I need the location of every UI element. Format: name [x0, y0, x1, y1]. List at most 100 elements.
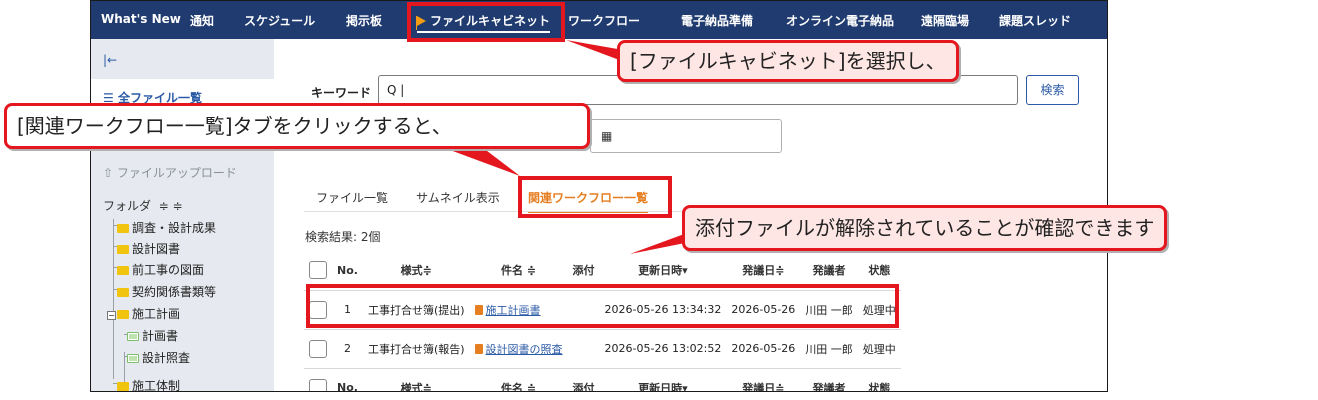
row-checkbox[interactable] — [304, 329, 332, 369]
folder-label: 前工事の図面 — [132, 263, 205, 277]
row-issued-date: 2026-05-26 — [726, 329, 801, 369]
folder-icon — [117, 310, 129, 319]
folder-icon — [127, 332, 139, 341]
sidebar: |← ☰ 全ファイル一覧 ⇧ ファイルアップロード フォルダ ≑ ≑ 調査・設計… — [91, 39, 274, 392]
document-icon — [474, 304, 483, 315]
folder-icon — [117, 224, 129, 233]
date-field[interactable]: ▦ — [590, 119, 782, 153]
tab-related-workflows[interactable]: 関連ワークフロー一覧 — [528, 189, 649, 213]
row-updated: 2026-05-26 13:02:52 — [599, 329, 727, 369]
folder-item[interactable]: 調査・設計成果 — [117, 219, 216, 236]
col-header-updated[interactable]: 更新日時▾ — [600, 368, 727, 391]
row-status: 処理中 — [857, 290, 901, 330]
document-icon — [474, 343, 483, 354]
folder-item[interactable]: 設計図書 — [117, 240, 180, 257]
folder-label: 契約関係書類等 — [132, 285, 217, 299]
folder-label: 施工体制 — [132, 379, 181, 392]
nav-issue-threads[interactable]: 課題スレッド — [999, 12, 1071, 29]
table-row[interactable]: 2 工事打合せ簿(報告) 設計図書の照査 2026-05-26 13:02:52… — [304, 329, 901, 369]
col-header-form[interactable]: 様式≑ — [362, 251, 470, 291]
folder-item[interactable]: 計画書 — [127, 327, 178, 344]
folder-header-label: フォルダ — [103, 199, 152, 213]
nav-delivery-prep[interactable]: 電子納品準備 — [681, 12, 753, 29]
select-all-checkbox[interactable] — [304, 368, 332, 391]
col-header-issued-date[interactable]: 発議日≑ — [726, 251, 801, 291]
col-header-attachment: 添付 — [572, 381, 595, 392]
row-subject[interactable]: 施工計画書 — [469, 290, 568, 330]
calendar-icon: ▦ — [601, 129, 613, 143]
subject-link[interactable]: 施工計画書 — [486, 304, 541, 317]
subject-link[interactable]: 設計図書の照査 — [486, 343, 563, 356]
nav-whats-new[interactable]: What's New — [101, 12, 181, 26]
nav-online-delivery[interactable]: オンライン電子納品 — [786, 12, 894, 29]
col-header-issued-date[interactable]: 発議日≑ — [726, 368, 800, 391]
table-footer-row: No. 様式≑ 件名 ≑ 添付 更新日時▾ 発議日≑ 発議者 状態 — [304, 368, 901, 392]
table-row[interactable]: 1 工事打合せ簿(提出) 施工計画書 2026-05-26 13:34:32 2… — [304, 290, 901, 330]
row-checkbox[interactable] — [304, 290, 332, 330]
col-header-no[interactable]: No. — [332, 368, 363, 391]
col-header-issuer: 発議者 — [812, 381, 846, 392]
keyword-label: キーワード — [311, 86, 372, 100]
select-all-checkbox[interactable] — [304, 251, 332, 291]
folder-icon — [117, 266, 129, 275]
sidebar-item-label: ファイルアップロード — [116, 166, 237, 180]
folder-label: 計画書 — [142, 329, 179, 343]
result-count: 検索結果: 2個 — [305, 230, 381, 244]
folder-item[interactable]: 契約関係書類等 — [117, 283, 216, 300]
folder-icon — [117, 245, 129, 254]
row-issued-date: 2026-05-26 — [726, 290, 801, 330]
sidebar-item-upload[interactable]: ⇧ ファイルアップロード — [103, 164, 237, 181]
callout-click-tab: [関連ワークフロー一覧]タブをクリックすると、 — [4, 103, 590, 149]
folder-icon — [127, 354, 139, 363]
upload-icon: ⇧ — [103, 166, 117, 180]
folder-icon — [117, 382, 129, 391]
col-header-status: 状態 — [857, 251, 901, 291]
col-header-issuer: 発議者 — [800, 251, 858, 291]
folder-item[interactable]: 施工体制 — [117, 377, 181, 392]
row-subject[interactable]: 設計図書の照査 — [469, 329, 568, 369]
col-header-attachment: 添付 — [567, 251, 600, 291]
table-header-row: No. 様式≑ 件名 ≑ 添付 更新日時▾ 発議日≑ 発議者 状態 — [304, 251, 901, 291]
nav-file-cabinet[interactable]: ファイルキャビネット — [416, 12, 551, 33]
collapse-sidebar-icon[interactable]: |← — [103, 53, 117, 67]
callout-select-cabinet: [ファイルキャビネット]を選択し、 — [617, 40, 959, 82]
row-form: 工事打合せ簿(報告) — [362, 329, 470, 369]
row-attachment — [567, 290, 600, 330]
nav-workflow[interactable]: ワークフロー — [568, 12, 640, 29]
nav-bulletin-board[interactable]: 掲示板 — [346, 12, 382, 29]
top-nav: What's New 通知 スケジュール 掲示板 ファイルキャビネット ワークフ… — [91, 1, 1107, 39]
col-header-subject[interactable]: 件名 ≑ — [470, 368, 568, 391]
callout-attachment-released: 添付ファイルが解除されていることが確認できます — [682, 205, 1168, 251]
row-updated: 2026-05-26 13:34:32 — [599, 290, 727, 330]
folder-item[interactable]: 前工事の図面 — [117, 261, 204, 278]
search-button[interactable]: 検索 — [1026, 75, 1079, 105]
row-number: 2 — [332, 329, 363, 369]
folder-label: 調査・設計成果 — [132, 221, 217, 235]
nav-notifications[interactable]: 通知 — [190, 12, 214, 29]
row-status: 処理中 — [857, 329, 901, 369]
tab-file-list[interactable]: ファイル一覧 — [316, 189, 388, 206]
folder-item[interactable]: 設計照査 — [127, 349, 190, 366]
sort-icon[interactable]: ≑ ≑ — [159, 199, 183, 213]
folder-header: フォルダ ≑ ≑ — [103, 197, 183, 214]
folder-label: 設計図書 — [132, 242, 181, 256]
col-header-subject[interactable]: 件名 ≑ — [469, 251, 568, 291]
row-issuer: 川田 一郎 — [800, 290, 858, 330]
nav-schedule[interactable]: スケジュール — [244, 12, 315, 29]
folder-icon — [117, 288, 129, 297]
folder-label: 施工計画 — [132, 307, 181, 321]
nav-file-cabinet-label: ファイルキャビネット — [430, 14, 551, 28]
col-header-no[interactable]: No. — [332, 251, 363, 291]
nav-remote-inspection[interactable]: 遠隔臨場 — [921, 12, 969, 29]
row-form: 工事打合せ簿(提出) — [362, 290, 470, 330]
collapse-node-icon[interactable]: − — [107, 311, 116, 320]
workflow-table: No. 様式≑ 件名 ≑ 添付 更新日時▾ 発議日≑ 発議者 状態 1 工事打合… — [304, 251, 901, 392]
flag-icon — [416, 16, 426, 30]
folder-label: 設計照査 — [142, 351, 191, 365]
row-number: 1 — [332, 290, 363, 330]
col-header-form[interactable]: 様式≑ — [363, 368, 470, 391]
col-header-updated[interactable]: 更新日時▾ — [599, 251, 727, 291]
folder-item[interactable]: − 施工計画 — [107, 305, 180, 322]
tab-thumbnail[interactable]: サムネイル表示 — [416, 189, 500, 206]
col-header-status: 状態 — [868, 381, 891, 392]
